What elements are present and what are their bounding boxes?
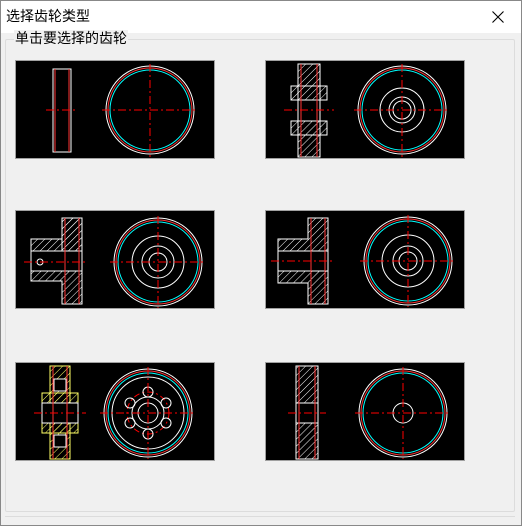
gear-web-with-holes-icon xyxy=(34,365,196,460)
gear-option-single-hub-keyed[interactable] xyxy=(15,210,215,309)
gear-option-single-hub[interactable] xyxy=(265,210,465,309)
spur-gear-solid-disc-icon xyxy=(46,64,198,157)
group-label: 单击要选择的齿轮 xyxy=(14,30,128,48)
bottom-divider xyxy=(5,516,515,525)
gear-option-web-with-holes[interactable] xyxy=(15,362,215,461)
gear-option-solid-disc[interactable] xyxy=(15,60,215,159)
spur-gear-with-hub-icon xyxy=(284,63,450,158)
window-title: 选择齿轮类型 xyxy=(6,9,90,25)
gear-option-with-hub[interactable] xyxy=(265,60,465,159)
gear-single-hub-icon xyxy=(271,215,456,307)
close-button[interactable] xyxy=(475,1,521,33)
gear-single-hub-keyed-icon xyxy=(24,216,206,308)
title-bar: 选择齿轮类型 xyxy=(1,1,521,33)
gear-option-plain-bore[interactable] xyxy=(265,362,465,461)
close-icon xyxy=(492,11,504,23)
gear-plain-bore-icon xyxy=(288,365,451,460)
